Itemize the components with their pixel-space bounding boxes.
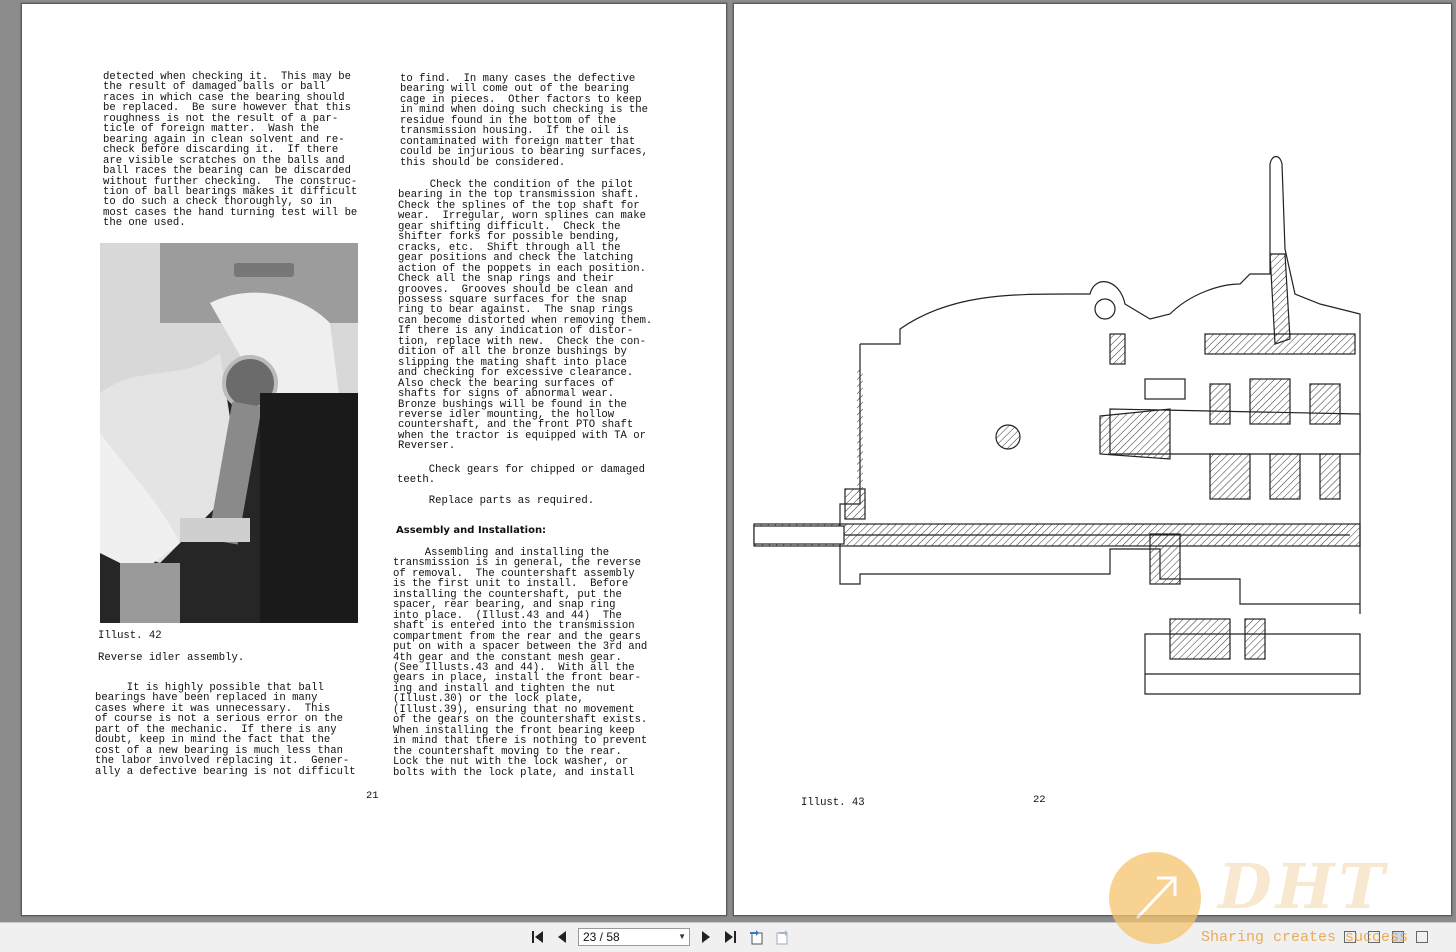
text-column-right-d: Replace parts as required. xyxy=(397,495,595,507)
previous-view-icon xyxy=(750,930,763,945)
first-page-icon xyxy=(532,931,543,943)
watermark-logo-text: DHT xyxy=(1218,850,1389,923)
next-view-icon xyxy=(776,930,788,945)
text-column-right-e: Assembling and installing the transmissio… xyxy=(393,547,648,779)
watermark-arrow-logo xyxy=(1109,852,1201,944)
next-page-button[interactable] xyxy=(697,928,715,946)
text-column-left-bottom: It is highly possible that ball bearings … xyxy=(95,682,356,778)
last-page-icon xyxy=(725,931,736,943)
page-number-value: 23 / 58 xyxy=(583,930,620,944)
illust-42-photo xyxy=(100,243,358,623)
page-number-input[interactable]: 23 / 58 ▼ xyxy=(578,928,690,946)
two-page-continuous-view-icon[interactable] xyxy=(1416,931,1428,943)
text-line: teeth. xyxy=(397,474,436,487)
text-line: shafts for signs of abnormal wear. xyxy=(398,388,615,401)
next-view-button[interactable] xyxy=(773,928,791,946)
text-column-right-b: Check the condition of the pilot bearing … xyxy=(398,179,652,453)
text-line: bolts with the lock plate, and install xyxy=(393,766,635,779)
first-page-button[interactable] xyxy=(529,928,547,946)
text-line: this should be considered. xyxy=(400,156,566,169)
text-line: put on with a spacer between the 3rd and xyxy=(393,641,648,654)
text-column-right-a: to find. In many cases the defective bear… xyxy=(400,73,648,169)
last-page-button[interactable] xyxy=(721,928,739,946)
illust-42-caption: Reverse idler assembly. xyxy=(98,652,245,664)
previous-view-button[interactable] xyxy=(748,928,766,946)
text-line: ally a defective bearing is not difficul… xyxy=(95,765,356,778)
text-line: Lock the nut with the lock washer, or xyxy=(393,756,629,769)
page-number: 22 xyxy=(1033,794,1046,806)
text-line: Check all the snap rings and their xyxy=(398,273,615,286)
text-column-right-c: Check gears for chipped or damaged teeth. xyxy=(397,464,645,487)
text-line: ball races the bearing can be discarded xyxy=(103,165,351,178)
text-line: Reverser. xyxy=(398,440,456,453)
previous-page-button[interactable] xyxy=(553,928,571,946)
section-heading: Assembly and Installation: xyxy=(396,525,547,536)
illust-42-label: Illust. 42 xyxy=(98,630,162,642)
next-page-icon xyxy=(702,931,710,943)
document-page-22: Illust. 43 22 xyxy=(733,3,1452,916)
illust-43-label: Illust. 43 xyxy=(801,797,865,809)
illust-43-transmission-drawing xyxy=(753,155,1361,695)
page-number: 21 xyxy=(366,790,379,802)
chevron-down-icon[interactable]: ▼ xyxy=(678,929,686,945)
watermark-slogan: Sharing creates success xyxy=(1201,929,1409,946)
text-line: the one used. xyxy=(103,217,186,230)
document-page-21: detected when checking it. This may be th… xyxy=(21,3,727,916)
previous-page-icon xyxy=(558,931,566,943)
text-column-left-top: detected when checking it. This may be th… xyxy=(103,71,357,230)
